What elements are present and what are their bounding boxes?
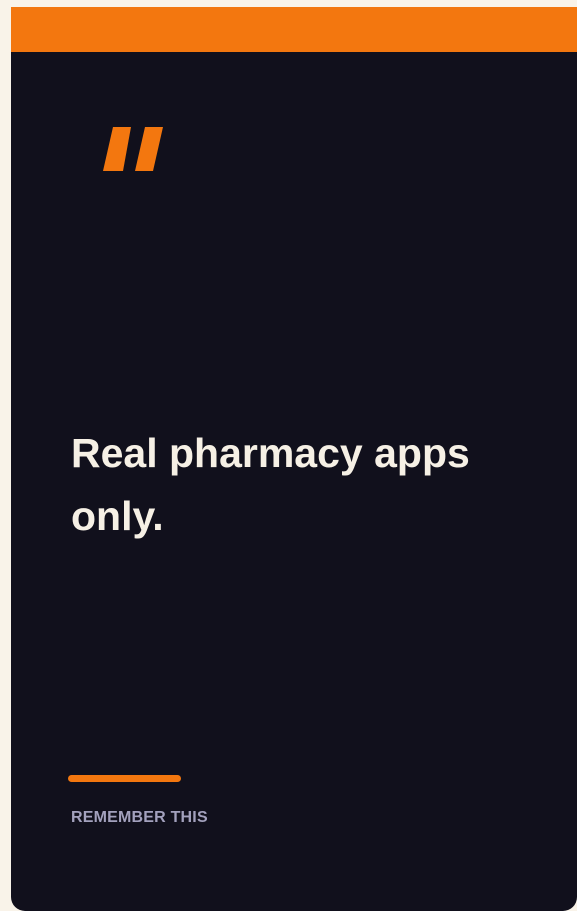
quote-headline: Real pharmacy apps only. (71, 430, 470, 539)
footer-label: REMEMBER THIS (71, 809, 208, 826)
accent-divider (68, 775, 181, 782)
accent-top-bar (11, 7, 577, 52)
quote-card: Real pharmacy apps only. REMEMBER THIS (11, 7, 577, 911)
quote-mark-icon (103, 127, 163, 171)
